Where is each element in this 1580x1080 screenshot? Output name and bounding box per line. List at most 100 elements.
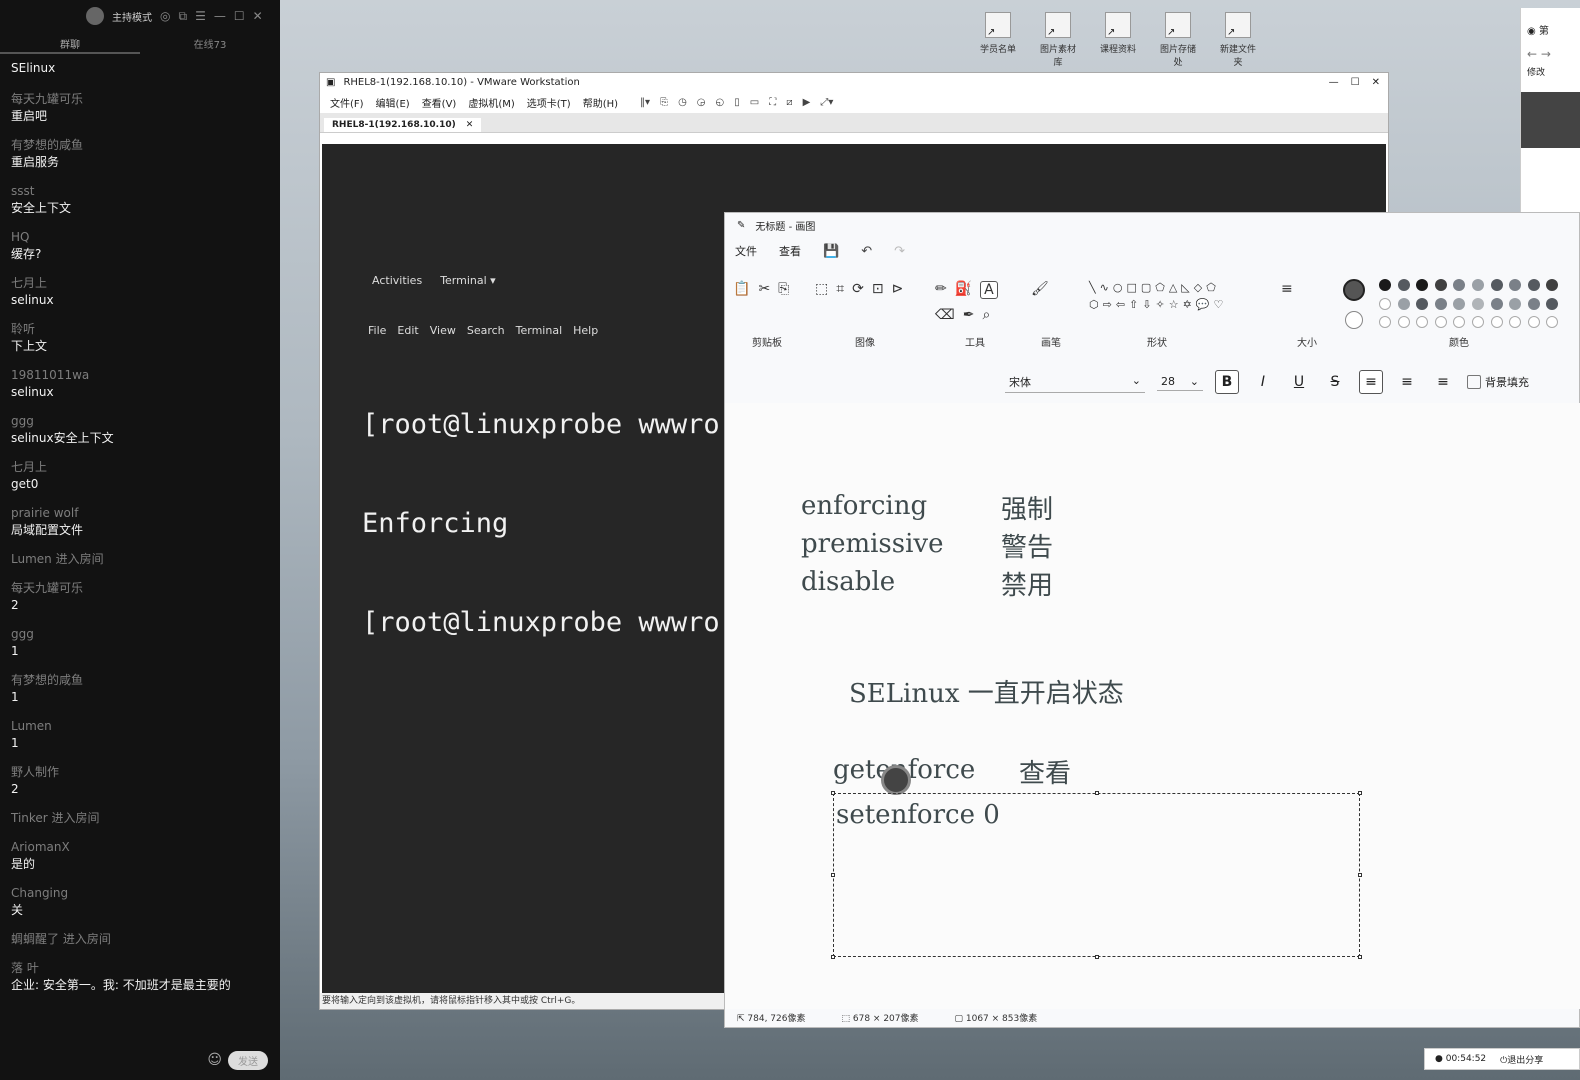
color-swatch[interactable] xyxy=(1397,279,1410,291)
view-stretch-icon[interactable]: ⤢▾ xyxy=(820,97,833,108)
snapshot-manager-icon[interactable]: ◵ xyxy=(716,97,725,108)
resize-handle[interactable] xyxy=(1095,955,1099,959)
gnome-terminal-menu[interactable]: Terminal ▾ xyxy=(440,274,496,287)
resize-handle[interactable] xyxy=(831,955,835,959)
color1-swatch[interactable] xyxy=(1343,279,1365,301)
color-swatch[interactable] xyxy=(1527,279,1540,291)
resize-handle[interactable] xyxy=(1095,791,1099,795)
term-menu-edit[interactable]: Edit xyxy=(397,324,418,337)
send-keys-icon[interactable]: ⎘ xyxy=(660,97,668,108)
italic-button[interactable]: I xyxy=(1251,370,1275,394)
fill-icon[interactable]: ⛽ xyxy=(955,281,972,299)
arrow-left-shape-icon[interactable]: ⇦ xyxy=(1116,298,1125,311)
color-swatch[interactable] xyxy=(1527,316,1540,329)
cut-icon[interactable]: ✂ xyxy=(758,281,770,297)
color-swatch[interactable] xyxy=(1453,316,1466,329)
resize-handle[interactable] xyxy=(1358,955,1362,959)
undo-icon[interactable]: ↶ xyxy=(861,244,872,259)
hexagon-shape-icon[interactable]: ⬡ xyxy=(1089,298,1099,311)
console-icon[interactable]: ▶ xyxy=(803,97,811,108)
color-swatch[interactable] xyxy=(1546,279,1559,291)
close-icon[interactable]: ✕ xyxy=(253,9,263,23)
color-swatch[interactable] xyxy=(1434,279,1447,291)
strikethrough-button[interactable]: S xyxy=(1323,370,1347,394)
term-menu-terminal[interactable]: Terminal xyxy=(516,324,563,337)
diamond-shape-icon[interactable]: ◇ xyxy=(1194,281,1202,294)
vm-menu-edit[interactable]: 编辑(E) xyxy=(376,95,410,110)
vm-minimize-icon[interactable]: — xyxy=(1329,77,1339,88)
pause-icon[interactable]: ‖▾ xyxy=(640,97,650,108)
term-menu-search[interactable]: Search xyxy=(467,324,505,337)
vm-close-icon[interactable]: ✕ xyxy=(1372,77,1380,88)
pentagon-shape-icon[interactable]: ⬠ xyxy=(1206,281,1216,294)
color-picker-icon[interactable]: ✒ xyxy=(963,307,975,323)
snapshot-icon[interactable]: ◷ xyxy=(678,97,687,108)
color-swatch[interactable] xyxy=(1434,316,1447,329)
color-swatch[interactable] xyxy=(1471,297,1484,310)
desktop-shortcut[interactable]: 图片素材库 xyxy=(1036,12,1080,68)
unity-icon[interactable]: ⧄ xyxy=(786,97,792,108)
color-swatch[interactable] xyxy=(1397,316,1410,329)
gnome-activities[interactable]: Activities xyxy=(372,274,422,287)
size-icon[interactable]: ≡ xyxy=(1281,281,1293,297)
color-swatch[interactable] xyxy=(1471,316,1484,329)
term-menu-file[interactable]: File xyxy=(368,324,386,337)
resize-icon[interactable]: ⊡ xyxy=(872,281,884,297)
color-swatch[interactable] xyxy=(1490,297,1503,310)
tab-online[interactable]: 在线73 xyxy=(140,32,280,54)
color-swatch[interactable] xyxy=(1453,279,1466,291)
pencil-icon[interactable]: ✏ xyxy=(935,281,947,299)
desktop-shortcut[interactable]: 新建文件夹 xyxy=(1216,12,1260,68)
settings-icon[interactable]: ◎ xyxy=(160,9,170,23)
rotate-icon[interactable]: ⟳ xyxy=(852,281,864,297)
term-menu-help[interactable]: Help xyxy=(573,324,598,337)
color-swatch[interactable] xyxy=(1490,279,1503,291)
color-swatch[interactable] xyxy=(1509,279,1522,291)
color-swatch[interactable] xyxy=(1509,316,1522,329)
heart-shape-icon[interactable]: ♡ xyxy=(1214,298,1224,311)
bold-button[interactable]: B xyxy=(1215,370,1239,394)
stop-share-button[interactable]: ⏻退出分享 xyxy=(1500,1053,1543,1066)
save-icon[interactable]: 💾 xyxy=(823,244,839,259)
color-swatch[interactable] xyxy=(1434,297,1447,310)
paint-canvas[interactable]: enforcing 强制 premissive 警告 disable 禁用 SE… xyxy=(725,403,1580,1009)
resize-handle[interactable] xyxy=(831,791,835,795)
star5-shape-icon[interactable]: ☆ xyxy=(1169,298,1179,311)
copy-icon[interactable]: ⎘ xyxy=(778,281,789,297)
vm-tab-close-icon[interactable]: ✕ xyxy=(466,120,474,130)
magnifier-icon[interactable]: ⌕ xyxy=(983,307,991,323)
rect-shape-icon[interactable]: □ xyxy=(1126,281,1136,294)
polygon-shape-icon[interactable]: ⬠ xyxy=(1155,281,1165,294)
flip-icon[interactable]: ⊳ xyxy=(892,281,904,297)
vm-menu-view[interactable]: 查看(V) xyxy=(422,95,457,110)
send-button[interactable]: 发送 xyxy=(228,1050,268,1070)
color-swatch[interactable] xyxy=(1509,297,1522,310)
forward-arrow-icon[interactable]: → xyxy=(1541,47,1551,61)
color2-swatch[interactable] xyxy=(1345,311,1363,329)
triangle-shape-icon[interactable]: △ xyxy=(1169,281,1177,294)
arrow-right-shape-icon[interactable]: ⇨ xyxy=(1103,298,1112,311)
resize-handle[interactable] xyxy=(831,873,835,877)
star4-shape-icon[interactable]: ✧ xyxy=(1155,298,1164,311)
color-swatch[interactable] xyxy=(1416,279,1429,291)
star6-shape-icon[interactable]: ✡ xyxy=(1183,298,1192,311)
right-triangle-shape-icon[interactable]: ◺ xyxy=(1181,281,1189,294)
text-selection-box[interactable]: setenforce 0 xyxy=(831,791,1362,959)
menu-icon[interactable]: ☰ xyxy=(195,9,206,23)
sidebar-icon[interactable]: ▯ xyxy=(734,97,740,108)
minimize-icon[interactable]: — xyxy=(214,9,226,23)
font-size-select[interactable]: 28 ⌄ xyxy=(1157,373,1203,391)
arrow-down-shape-icon[interactable]: ⇩ xyxy=(1142,298,1151,311)
color-swatch[interactable] xyxy=(1416,297,1429,310)
tab-group-chat[interactable]: 群聊 xyxy=(0,32,140,54)
align-left-button[interactable]: ≡ xyxy=(1359,370,1383,394)
underline-button[interactable]: U xyxy=(1287,370,1311,394)
vm-maximize-icon[interactable]: ☐ xyxy=(1351,77,1360,88)
color-swatch[interactable] xyxy=(1379,316,1391,329)
callout-rect-shape-icon[interactable]: 💬 xyxy=(1196,298,1210,311)
resize-handle[interactable] xyxy=(1358,791,1362,795)
maximize-icon[interactable]: ☐ xyxy=(234,9,245,23)
align-center-button[interactable]: ≡ xyxy=(1395,370,1419,394)
eraser-icon[interactable]: ⌫ xyxy=(935,307,955,323)
paint-menu-file[interactable]: 文件 xyxy=(735,243,757,259)
